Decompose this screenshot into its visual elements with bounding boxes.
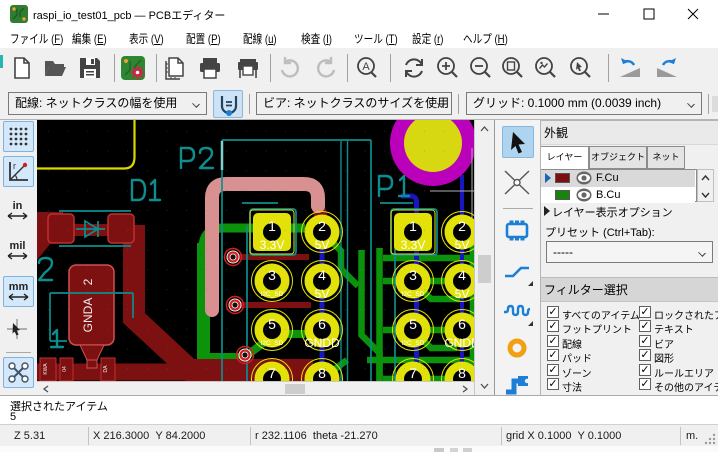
svg-text:in: in bbox=[13, 200, 23, 212]
svg-text:A: A bbox=[362, 61, 370, 73]
svg-text:r: r bbox=[13, 161, 16, 171]
svg-text:mm: mm bbox=[9, 281, 29, 293]
svg-text:mil: mil bbox=[10, 240, 26, 252]
